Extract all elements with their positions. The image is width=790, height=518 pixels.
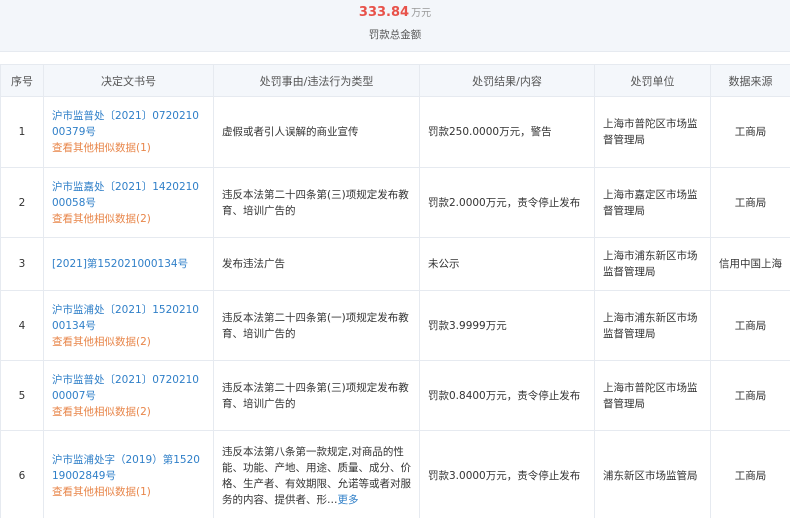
penalty-table: 序号 决定文书号 处罚事由/违法行为类型 处罚结果/内容 处罚单位 数据来源 1… bbox=[0, 64, 790, 518]
reason-cell: 违反本法第二十四条第(三)项规定发布教育、培训广告的 bbox=[213, 360, 420, 431]
more-link[interactable]: 更多 bbox=[338, 494, 359, 506]
similar-data-link[interactable]: 查看其他相似数据(1) bbox=[52, 484, 205, 500]
similar-data-link[interactable]: 查看其他相似数据(1) bbox=[52, 140, 205, 156]
doc-cell: 沪市监浦处字（2019）第152019002849号 查看其他相似数据(1) bbox=[43, 430, 214, 518]
source-cell: 信用中国上海 bbox=[710, 237, 790, 291]
table-header-row: 序号 决定文书号 处罚事由/违法行为类型 处罚结果/内容 处罚单位 数据来源 bbox=[0, 64, 790, 97]
similar-data-link[interactable]: 查看其他相似数据(2) bbox=[52, 334, 205, 350]
doc-cell: [2021]第152021000134号 bbox=[43, 237, 214, 291]
unit-cell: 上海市嘉定区市场监督管理局 bbox=[594, 167, 711, 238]
doc-cell: 沪市监浦处〔2021〕152021000134号 查看其他相似数据(2) bbox=[43, 290, 214, 361]
amount-unit: 万元 bbox=[411, 8, 432, 19]
result-cell: 未公示 bbox=[419, 237, 595, 291]
source-cell: 工商局 bbox=[710, 96, 790, 168]
doc-cell: 沪市监普处〔2021〕072021000379号 查看其他相似数据(1) bbox=[43, 96, 214, 168]
spacer bbox=[0, 52, 790, 64]
unit-cell: 上海市浦东新区市场监督管理局 bbox=[594, 237, 711, 291]
table-row: 2 沪市监嘉处〔2021〕142021000058号 查看其他相似数据(2) 违反… bbox=[0, 167, 790, 238]
header-doc-number: 决定文书号 bbox=[43, 64, 214, 97]
row-index: 1 bbox=[0, 96, 44, 168]
header-reason: 处罚事由/违法行为类型 bbox=[213, 64, 420, 97]
similar-data-link[interactable]: 查看其他相似数据(2) bbox=[52, 211, 205, 227]
table-row: 6 沪市监浦处字（2019）第152019002849号 查看其他相似数据(1) … bbox=[0, 430, 790, 518]
unit-cell: 浦东新区市场监管局 bbox=[594, 430, 711, 518]
result-cell: 罚款0.8400万元，责令停止发布 bbox=[419, 360, 595, 431]
doc-cell: 沪市监嘉处〔2021〕142021000058号 查看其他相似数据(2) bbox=[43, 167, 214, 238]
penalty-summary: 333.84 万元 罚款总金额 bbox=[0, 0, 790, 52]
row-index: 3 bbox=[0, 237, 44, 291]
doc-number-link[interactable]: 沪市监普处〔2021〕072021000007号 bbox=[52, 372, 205, 404]
amount-value: 333.84 bbox=[358, 5, 410, 20]
result-cell: 罚款2.0000万元，责令停止发布 bbox=[419, 167, 595, 238]
doc-number-link[interactable]: [2021]第152021000134号 bbox=[52, 256, 205, 272]
header-index: 序号 bbox=[0, 64, 44, 97]
table-row: 3 [2021]第152021000134号 发布违法广告 未公示 上海市浦东新… bbox=[0, 237, 790, 291]
similar-data-link[interactable]: 查看其他相似数据(2) bbox=[52, 404, 205, 420]
doc-number-link[interactable]: 沪市监浦处字（2019）第152019002849号 bbox=[52, 452, 205, 484]
unit-cell: 上海市普陀区市场监督管理局 bbox=[594, 360, 711, 431]
reason-cell: 虚假或者引人误解的商业宣传 bbox=[213, 96, 420, 168]
row-index: 2 bbox=[0, 167, 44, 238]
reason-cell: 发布违法广告 bbox=[213, 237, 420, 291]
row-index: 5 bbox=[0, 360, 44, 431]
doc-cell: 沪市监普处〔2021〕072021000007号 查看其他相似数据(2) bbox=[43, 360, 214, 431]
result-cell: 罚款250.0000万元，警告 bbox=[419, 96, 595, 168]
doc-number-link[interactable]: 沪市监浦处〔2021〕152021000134号 bbox=[52, 302, 205, 334]
row-index: 4 bbox=[0, 290, 44, 361]
source-cell: 工商局 bbox=[710, 430, 790, 518]
amount-label: 罚款总金额 bbox=[368, 29, 422, 41]
doc-number-link[interactable]: 沪市监普处〔2021〕072021000379号 bbox=[52, 108, 205, 140]
table-row: 1 沪市监普处〔2021〕072021000379号 查看其他相似数据(1) 虚假… bbox=[0, 96, 790, 168]
reason-cell: 违反本法第二十四条第(三)项规定发布教育、培训广告的 bbox=[213, 167, 420, 238]
header-source: 数据来源 bbox=[710, 64, 790, 97]
source-cell: 工商局 bbox=[710, 360, 790, 431]
source-cell: 工商局 bbox=[710, 290, 790, 361]
header-unit: 处罚单位 bbox=[594, 64, 711, 97]
result-cell: 罚款3.9999万元 bbox=[419, 290, 595, 361]
unit-cell: 上海市普陀区市场监督管理局 bbox=[594, 96, 711, 168]
header-result: 处罚结果/内容 bbox=[419, 64, 595, 97]
reason-cell: 违反本法第八条第一款规定,对商品的性能、功能、产地、用途、质量、成分、价格、生产… bbox=[213, 430, 420, 518]
table-row: 4 沪市监浦处〔2021〕152021000134号 查看其他相似数据(2) 违反… bbox=[0, 290, 790, 361]
doc-number-link[interactable]: 沪市监嘉处〔2021〕142021000058号 bbox=[52, 179, 205, 211]
reason-text: 违反本法第八条第一款规定,对商品的性能、功能、产地、用途、质量、成分、价格、生产… bbox=[222, 445, 411, 506]
reason-cell: 违反本法第二十四条第(一)项规定发布教育、培训广告的 bbox=[213, 290, 420, 361]
table-row: 5 沪市监普处〔2021〕072021000007号 查看其他相似数据(2) 违反… bbox=[0, 360, 790, 431]
result-cell: 罚款3.0000万元，责令停止发布 bbox=[419, 430, 595, 518]
source-cell: 工商局 bbox=[710, 167, 790, 238]
row-index: 6 bbox=[0, 430, 44, 518]
unit-cell: 上海市浦东新区市场监督管理局 bbox=[594, 290, 711, 361]
total-penalty-amount: 333.84 万元 bbox=[0, 0, 790, 22]
